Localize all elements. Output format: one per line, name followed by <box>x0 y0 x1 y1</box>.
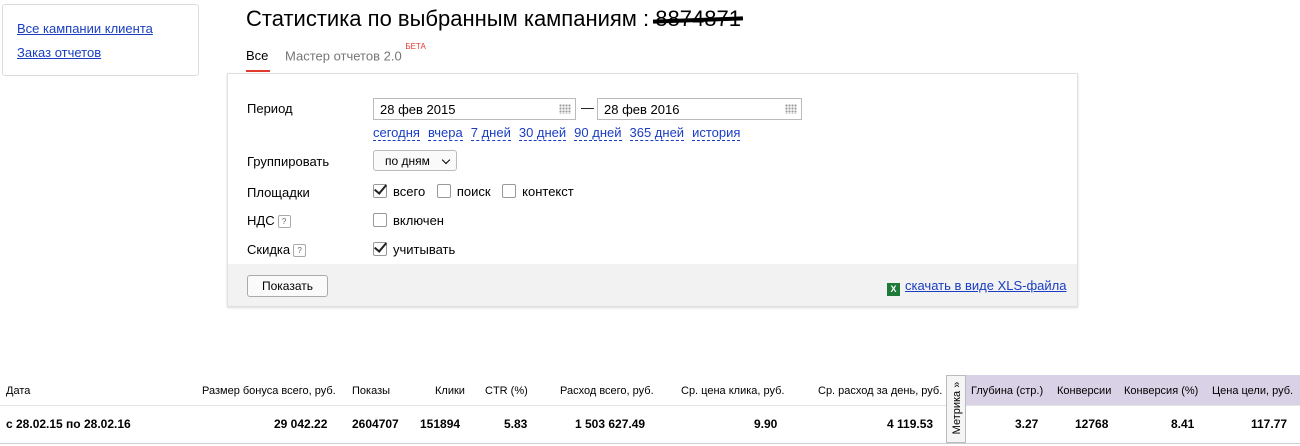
col-header-date[interactable]: Дата <box>6 385 30 397</box>
link-all-client-campaigns[interactable]: Все кампании клиента <box>17 21 198 36</box>
col-header-avg-cpc[interactable]: Ср. цена клика, руб. <box>681 385 784 397</box>
sidebar-box: Все кампании клиента Заказ отчетов <box>2 4 199 76</box>
row-divider <box>0 443 1300 444</box>
quick-link-yesterday[interactable]: вчера <box>427 125 463 141</box>
date-from-input[interactable]: 28 фев 2015 <box>373 98 576 120</box>
cell-avg-daily-cost: 4 119.53 <box>887 417 934 431</box>
cell-depth: 3.27 <box>1015 417 1039 431</box>
cell-conversions: 12768 <box>1075 417 1109 431</box>
discount-label: Скидка? <box>247 242 307 258</box>
date-from-value: 28 фев 2015 <box>380 102 456 117</box>
platforms-label: Площадки <box>247 185 310 200</box>
quick-link-30-days[interactable]: 30 дней <box>518 125 567 141</box>
stats-table: Дата Размер бонуса всего, руб. Показы Кл… <box>0 375 1300 446</box>
link-order-reports[interactable]: Заказ отчетов <box>17 45 198 60</box>
checkbox-discount[interactable] <box>373 242 387 256</box>
filter-panel: Период 28 фев 2015 — 28 фев 2016 сегодня… <box>227 73 1078 307</box>
tab-report-master-label: Мастер отчетов 2.0 <box>285 48 402 64</box>
quick-period-links: сегодня вчера 7 дней 30 дней 90 дней 365 дней… <box>373 125 748 141</box>
vat-option: включен <box>373 213 452 228</box>
period-label: Период <box>247 101 293 116</box>
calendar-icon[interactable] <box>559 104 571 114</box>
checkbox-platform-context[interactable] <box>502 184 517 198</box>
cell-impressions: 2604707 <box>352 417 399 431</box>
checkbox-vat-label: включен <box>393 213 444 228</box>
checkbox-platform-search[interactable] <box>436 184 451 198</box>
cell-cost: 1 503 627.49 <box>575 417 646 431</box>
col-header-bonus[interactable]: Размер бонуса всего, руб. <box>202 385 336 397</box>
checkbox-platform-search-label: поиск <box>456 184 491 199</box>
header-divider <box>0 405 1300 406</box>
cell-goal-cost: 117.77 <box>1251 417 1288 431</box>
xls-download-link[interactable]: скачать в виде XLS-файла <box>905 278 1067 293</box>
col-header-clicks[interactable]: Клики <box>435 385 465 397</box>
metrika-tab-label: Метрика » <box>951 381 963 435</box>
redacted-campaign-id: 8874871 <box>655 6 741 31</box>
page-title-text: Статистика по выбранным кампаниям : <box>246 6 650 31</box>
quick-link-today[interactable]: сегодня <box>373 125 420 141</box>
show-button[interactable]: Показать <box>247 275 328 297</box>
discount-label-text: Скидка <box>247 242 291 257</box>
date-to-value: 28 фев 2016 <box>604 102 680 117</box>
tab-all[interactable]: Все <box>246 48 268 63</box>
col-header-goal-cost[interactable]: Цена цели, руб. <box>1212 385 1293 397</box>
vat-label-text: НДС <box>247 213 275 228</box>
checkbox-vat[interactable] <box>373 213 387 227</box>
cell-bonus: 29 042.22 <box>274 417 328 431</box>
checkbox-platform-all[interactable] <box>373 184 387 198</box>
vat-label: НДС? <box>247 213 291 229</box>
quick-link-90-days[interactable]: 90 дней <box>574 125 622 141</box>
help-icon[interactable]: ? <box>293 244 307 258</box>
calendar-icon[interactable] <box>785 104 797 114</box>
cell-avg-cpc: 9.90 <box>754 417 778 431</box>
tab-active-underline <box>246 70 270 72</box>
col-header-cost[interactable]: Расход всего, руб. <box>560 385 654 397</box>
checkbox-platform-context-label: контекст <box>522 184 574 199</box>
group-label: Группировать <box>247 154 330 169</box>
page-title: Статистика по выбранным кампаниям : 8874… <box>246 6 741 32</box>
chevron-down-icon <box>441 155 451 165</box>
quick-link-history[interactable]: история <box>692 125 741 141</box>
excel-file-icon: X <box>887 283 900 296</box>
beta-badge: БЕТА <box>405 42 426 51</box>
quick-link-7-days[interactable]: 7 дней <box>470 125 511 141</box>
col-header-ctr[interactable]: CTR (%) <box>485 385 528 397</box>
cell-date: с 28.02.15 по 28.02.16 <box>6 417 131 431</box>
platforms-options: всего поиск контекст <box>373 184 582 199</box>
checkbox-discount-label: учитывать <box>393 242 456 257</box>
group-by-value: по дням <box>385 154 430 168</box>
tab-report-master[interactable]: Мастер отчетов 2.0 БЕТА <box>285 42 426 64</box>
help-icon[interactable]: ? <box>277 215 291 229</box>
discount-option: учитывать <box>373 242 463 257</box>
col-header-avg-daily-cost[interactable]: Ср. расход за день, руб. <box>818 385 942 397</box>
checkbox-platform-all-label: всего <box>393 184 426 199</box>
col-header-conversions[interactable]: Конверсии <box>1057 385 1111 397</box>
date-range-dash: — <box>581 100 594 115</box>
xls-download[interactable]: Xскачать в виде XLS-файла <box>887 278 1067 296</box>
group-by-select[interactable]: по дням <box>373 150 457 171</box>
cell-ctr: 5.83 <box>504 417 528 431</box>
col-header-conversion-rate[interactable]: Конверсия (%) <box>1124 385 1198 397</box>
col-header-impressions[interactable]: Показы <box>352 385 390 397</box>
cell-conversion-rate: 8.41 <box>1171 417 1195 431</box>
date-to-input[interactable]: 28 фев 2016 <box>597 98 802 120</box>
col-header-depth[interactable]: Глубина (стр.) <box>971 385 1043 397</box>
quick-link-365-days[interactable]: 365 дней <box>629 125 685 141</box>
cell-clicks: 151894 <box>420 417 461 431</box>
metrika-toggle-tab[interactable]: Метрика » <box>946 375 966 443</box>
